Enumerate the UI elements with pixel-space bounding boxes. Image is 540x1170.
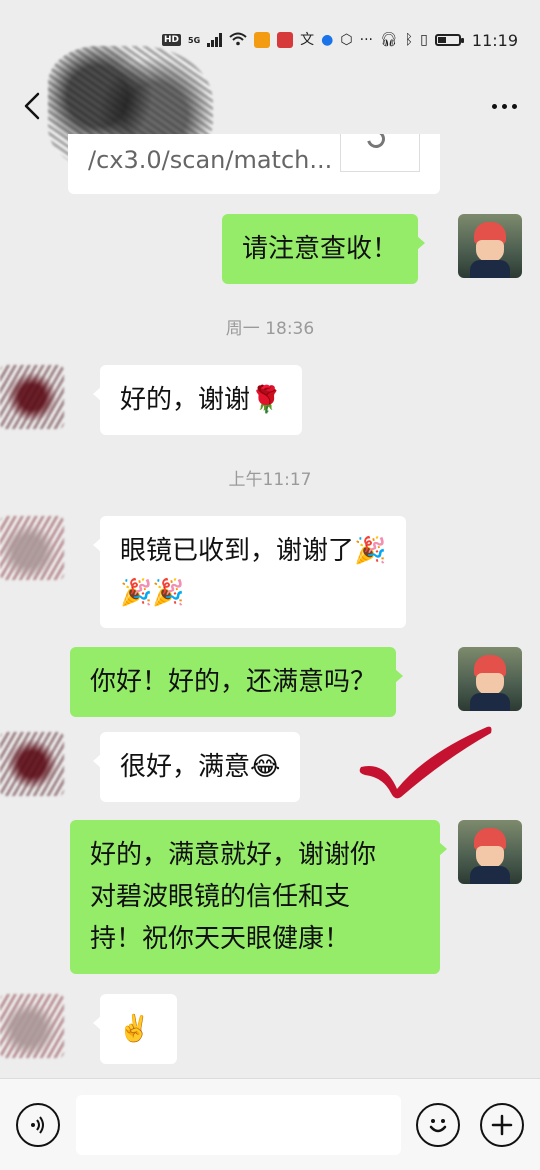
link-thumbnail — [340, 134, 420, 172]
chat-area[interactable]: /cx3.0/scan/match... 请注意查收！ 周一 18:36 好的，… — [0, 134, 540, 1078]
emoji-icon — [429, 1119, 447, 1133]
link-card[interactable]: /cx3.0/scan/match... — [68, 134, 440, 194]
avatar-other[interactable] — [0, 516, 64, 580]
battery-icon — [434, 34, 464, 46]
more-horizontal-icon — [491, 103, 497, 109]
message-bubble-self[interactable]: 请注意查收！ — [222, 214, 426, 284]
browser-icon: ● — [321, 32, 334, 48]
avatar-other[interactable] — [0, 994, 64, 1058]
vibrate-icon: ▯ — [420, 32, 428, 48]
link-card-text: /cx3.0/scan/match... — [88, 146, 333, 174]
avatar-self[interactable] — [458, 647, 522, 711]
timestamp: 上午11:17 — [228, 470, 312, 490]
voice-icon — [31, 1116, 44, 1134]
timestamp: 周一 18:36 — [225, 319, 315, 339]
status-time: 11:19 — [471, 30, 518, 50]
message-bubble-other[interactable]: 很好，满意😂 — [92, 732, 301, 802]
emoji-button[interactable] — [416, 1103, 460, 1147]
voice-button[interactable] — [16, 1103, 60, 1147]
message-bubble-other[interactable]: ✌️ — [93, 994, 177, 1064]
plus-button[interactable] — [480, 1103, 524, 1147]
avatar-other[interactable] — [0, 732, 64, 796]
signal-icon — [207, 33, 223, 47]
app-notification-icon — [254, 32, 271, 48]
message-bubble-other[interactable]: 眼镜已收到，谢谢了🎉 🎉🎉 — [92, 516, 407, 628]
more-button[interactable] — [482, 84, 526, 128]
nav-bar — [0, 46, 540, 171]
app-notification-icon — [277, 32, 294, 48]
status-icons: HD 5G 文 ● ⬡ ··· 🎧︎ ᛒ ▯ 11:19 — [162, 28, 518, 52]
message-bubble-self[interactable]: 好的，满意就好，谢谢你 对碧波眼镜的信任和支 持！祝你天天眼健康！ — [70, 820, 447, 974]
avatar-self[interactable] — [458, 214, 522, 278]
headphone-icon: 🎧︎ — [379, 32, 398, 48]
message-input[interactable] — [76, 1095, 401, 1155]
avatar-self[interactable] — [458, 820, 522, 884]
translate-icon: 文 — [300, 32, 315, 48]
shield-icon: ⬡ — [340, 32, 353, 48]
plus-icon — [491, 1114, 513, 1136]
wifi-icon — [229, 32, 247, 49]
network-gen-label: 5G — [188, 35, 201, 45]
input-bar — [0, 1078, 540, 1170]
avatar-other[interactable] — [0, 365, 64, 429]
red-check-mark — [359, 726, 492, 799]
message-bubble-other[interactable]: 好的，谢谢🌹 — [92, 365, 303, 435]
bluetooth-icon: ᛒ — [404, 32, 414, 48]
hd-icon: HD — [162, 34, 182, 46]
message-bubble-self[interactable]: 你好！好的，还满意吗？ — [70, 647, 404, 717]
more-dots: ··· — [359, 32, 373, 48]
